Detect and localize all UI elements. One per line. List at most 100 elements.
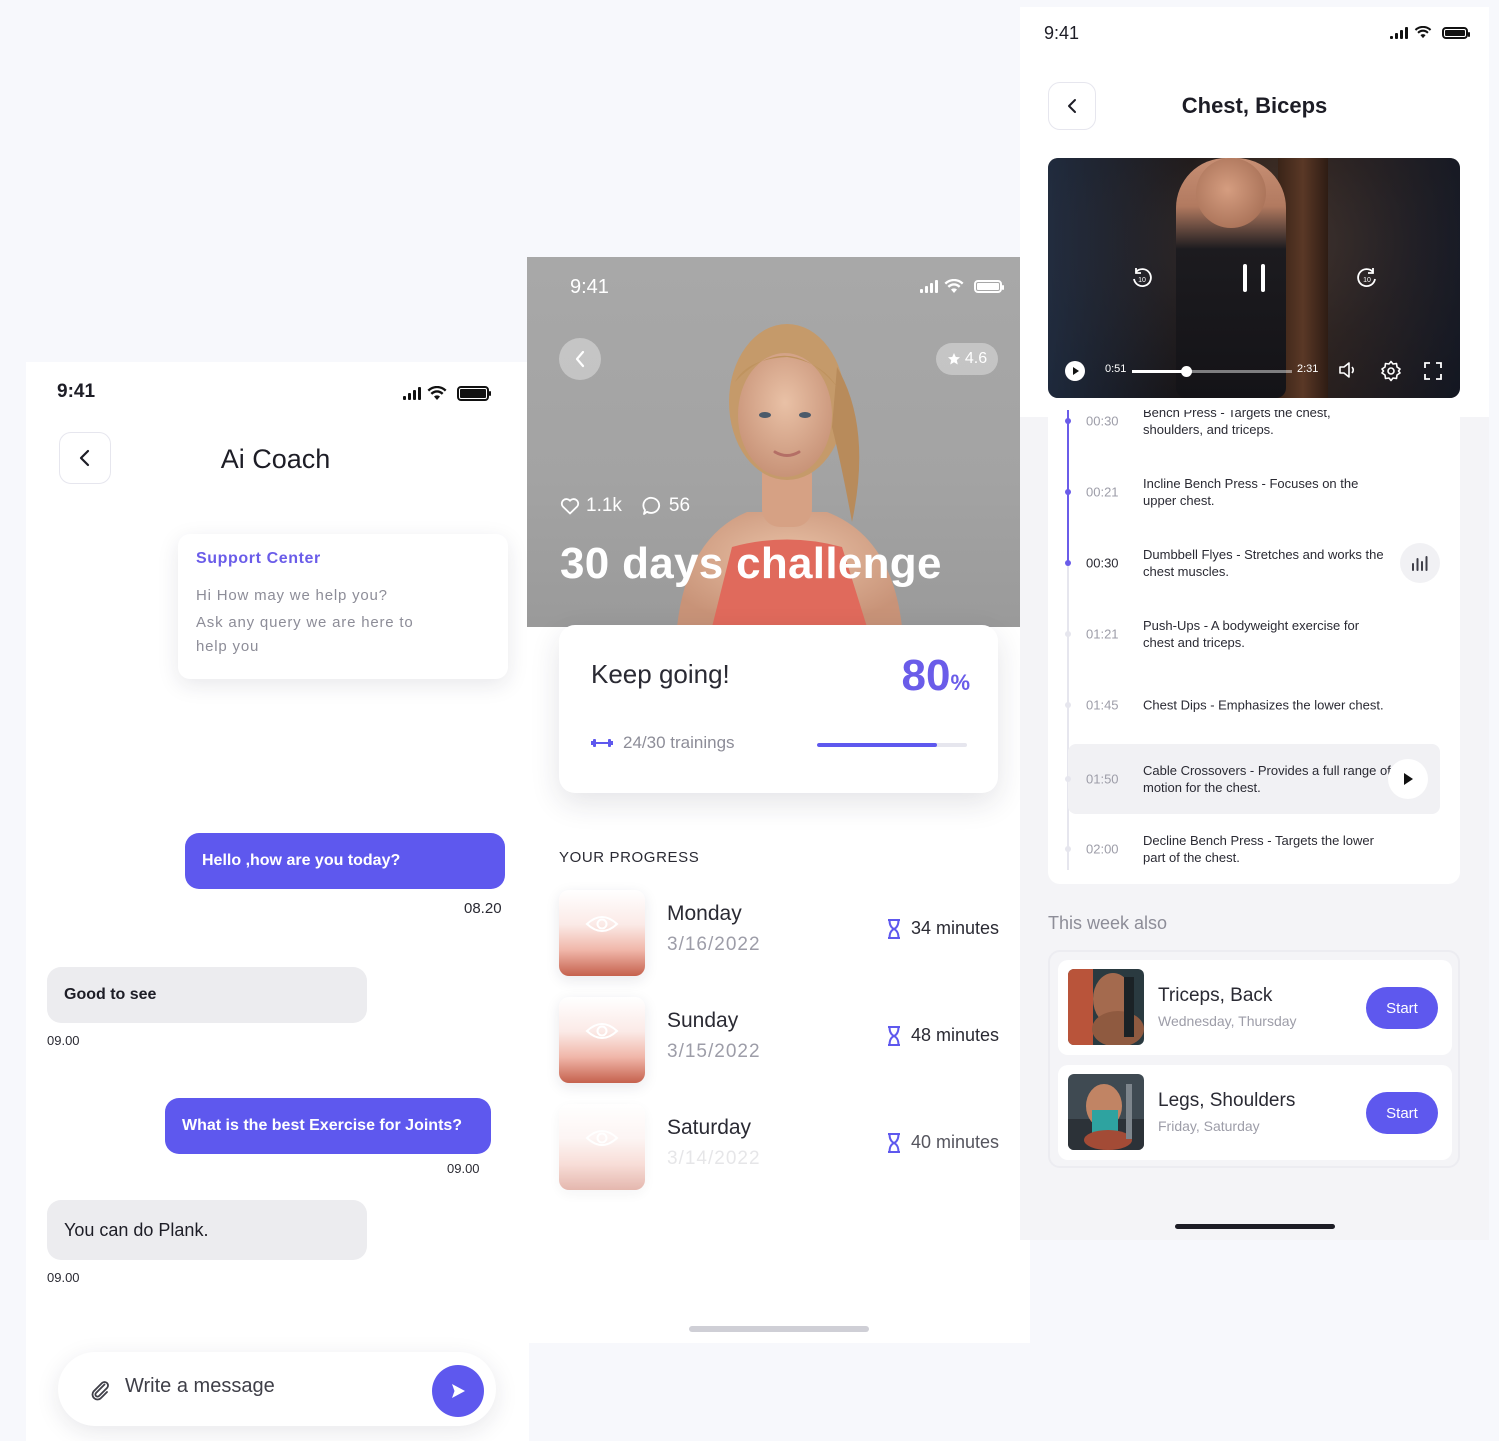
support-line: Ask any query we are here to [196,614,414,631]
likes[interactable]: 1.1k [560,495,622,517]
paperclip-icon[interactable] [88,1378,112,1402]
start-button[interactable]: Start [1366,1092,1438,1134]
rating-value: 4.6 [964,350,988,367]
message-text: What is the best Exercise for Joints? [182,1117,463,1134]
social-stats: 1.1k 56 [560,495,690,517]
session-thumbnail [559,890,645,976]
support-line: Hi How may we help you? [196,587,388,604]
message-input[interactable]: Write a message [125,1375,275,1398]
volume-icon[interactable] [1338,361,1358,379]
session-day: Saturday [667,1116,752,1139]
message-time: 09.00 [47,1270,80,1285]
chapter-time: 00:21 [1086,484,1119,500]
support-center-card: Support Center Hi How may we help you? A… [178,534,508,679]
progress-row[interactable]: Sunday 3/15/2022 48 minutes [559,997,999,1087]
ai-coach-screen: 9:41 Ai Coach Support Center Hi How may … [26,362,529,1441]
fullscreen-icon[interactable] [1423,361,1443,381]
page-title: Chest, Biceps [1181,93,1328,118]
progress-row[interactable]: Saturday 3/14/2022 40 minutes [559,1104,999,1194]
chapter-time: 00:30 [1086,555,1119,571]
status-icons [403,386,491,401]
chapter-time: 01:45 [1086,697,1119,713]
svg-text:10: 10 [1138,277,1146,284]
status-time: 9:41 [570,276,609,298]
eye-icon [585,1130,619,1146]
challenge-screen: 9:41 4.6 1.1k 56 30 days challenge Keep … [527,257,1030,1343]
video-player[interactable]: 10 10 0:51 2:31 [1048,158,1460,398]
chapter-stats-button[interactable] [1400,543,1440,583]
message-bubble-user[interactable]: What is the best Exercise for Joints? [165,1098,491,1154]
comment-icon [642,496,660,515]
workout-thumbnail [1068,969,1144,1045]
progress-bar-fill [817,743,937,747]
send-icon [452,1384,465,1398]
eye-icon [585,1023,619,1039]
home-indicator[interactable] [689,1326,869,1332]
chapter-time: 01:21 [1086,626,1119,642]
chapter-time: 02:00 [1086,841,1119,857]
status-time: 9:41 [1044,23,1080,43]
settings-gear-icon[interactable] [1380,360,1402,382]
session-duration: 34 minutes [887,918,999,939]
play-icon [1404,773,1413,785]
status-time: 9:41 [57,381,96,402]
message-composer[interactable]: Write a message [58,1352,496,1426]
chapter-text: Chest Dips - Emphasizes the lower chest. [1143,697,1384,713]
message-text: Hello ,how are you today? [202,852,401,869]
workout-card[interactable]: Legs, Shoulders Friday, Saturday Start [1058,1065,1452,1160]
chapter-text: Cable Crossovers - Provides a full range… [1143,763,1391,795]
message-bubble-coach[interactable]: Good to see [47,967,367,1023]
workout-days: Friday, Saturday [1158,1118,1260,1134]
workout-screen: 9:41 Chest, Biceps 10 10 0:51 2:31 00:30… [1020,7,1489,1240]
hourglass-icon [887,1132,900,1153]
chapter-time: 01:50 [1086,771,1119,787]
start-button[interactable]: Start [1366,987,1438,1029]
progress-percent: 80% [901,651,970,700]
chapter-play-button[interactable] [1388,759,1428,799]
session-date: 3/16/2022 [667,934,761,955]
session-date: 3/14/2022 [667,1148,761,1169]
chapter-item[interactable]: 00:30 Bench Press - Targets the chest, s… [1048,410,1460,456]
signal-icon [1390,26,1408,39]
progress-row[interactable]: Monday 3/16/2022 34 minutes [559,890,999,980]
eye-icon [585,916,619,932]
chapter-text: Incline Bench Press - Focuses on the upp… [1143,476,1359,508]
wifi-icon [1414,26,1432,39]
comments[interactable]: 56 [642,495,690,517]
trainings-count: 24/30 trainings [591,733,735,753]
challenge-title: 30 days challenge [560,539,942,588]
home-indicator[interactable] [1175,1224,1335,1229]
chapter-text: Push-Ups - A bodyweight exercise for che… [1143,618,1360,650]
hourglass-icon [887,918,900,939]
chapter-item[interactable]: 02:00 Decline Bench Press - Targets the … [1048,814,1460,884]
forward-10-icon[interactable]: 10 [1355,266,1379,290]
message-text: Good to see [64,986,157,1003]
send-button[interactable] [432,1365,484,1417]
wifi-icon [944,279,964,293]
session-duration: 48 minutes [887,1025,999,1046]
page-title: Ai Coach [220,444,331,474]
battery-icon [974,280,1004,293]
video-scrubber[interactable] [1132,366,1292,377]
progress-heading: Keep going! [591,659,730,689]
message-bubble-coach[interactable]: You can do Plank. [47,1200,367,1260]
workout-card[interactable]: Triceps, Back Wednesday, Thursday Start [1058,960,1452,1055]
message-bubble-user[interactable]: Hello ,how are you today? [185,833,505,889]
chapter-item[interactable]: 01:21 Push-Ups - A bodyweight exercise f… [1048,599,1460,669]
hero-image: 9:41 4.6 1.1k 56 30 days challenge [527,257,1030,627]
status-icons [920,279,1004,294]
hourglass-icon [887,1025,900,1046]
back-button[interactable] [559,338,601,380]
support-line: help you [196,638,260,655]
pause-icon[interactable] [1240,262,1270,294]
chapter-item[interactable]: 00:21 Incline Bench Press - Focuses on t… [1048,457,1460,527]
play-icon[interactable] [1064,360,1086,382]
chapter-item[interactable]: 01:45 Chest Dips - Emphasizes the lower … [1048,670,1460,740]
chapter-item-active[interactable]: 01:50 Cable Crossovers - Provides a full… [1065,744,1440,814]
section-label: YOUR PROGRESS [559,849,700,866]
star-icon [947,353,960,365]
chapter-item[interactable]: 00:30 Dumbbell Flyes - Stretches and wor… [1048,528,1460,598]
dumbbell-icon [591,739,613,747]
progress-card: Keep going! 80% 24/30 trainings [559,625,998,793]
rewind-10-icon[interactable]: 10 [1130,266,1154,290]
